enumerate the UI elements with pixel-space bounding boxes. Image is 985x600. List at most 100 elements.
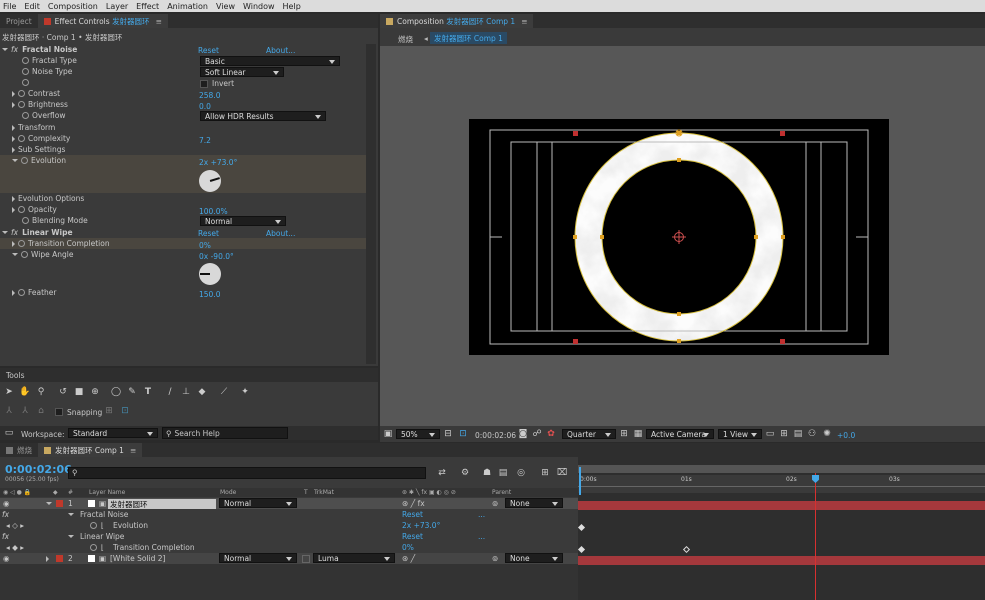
evolution-keyframe[interactable]	[577, 523, 586, 532]
views-dropdown[interactable]: 1 View	[718, 429, 762, 439]
fractal-reset-link[interactable]: Reset	[198, 46, 219, 55]
zoom-tool-icon[interactable]: ⚲	[36, 387, 46, 397]
fx1-reset-link[interactable]: Reset	[402, 510, 423, 519]
brightness-value[interactable]: 0.0	[199, 102, 211, 111]
timeline-icon[interactable]: ▤	[793, 429, 803, 439]
brainstorm-icon[interactable]: ⌧	[557, 468, 567, 478]
axis-local-icon[interactable]: ⅄	[4, 406, 14, 416]
exposure-value[interactable]: +0.0	[837, 431, 855, 440]
workspace-icon[interactable]: ▭	[4, 428, 14, 438]
eraser-tool-icon[interactable]: ◆	[197, 387, 207, 397]
comp-canvas[interactable]	[469, 119, 889, 355]
flow-item-burn[interactable]: 燃烧	[398, 34, 413, 45]
time-graph[interactable]: 0:00s 01s 02s 03s	[577, 457, 985, 600]
motion-blur-icon[interactable]: ◎	[516, 468, 526, 478]
comp-viewer[interactable]	[380, 46, 985, 426]
flow-item-current[interactable]: 发射器圆环 Comp 1	[430, 32, 507, 44]
stopwatch-icon[interactable]	[22, 57, 29, 64]
layer-1-switches[interactable]: ⊛ ╱ fx	[402, 499, 425, 508]
linear-wipe-header[interactable]: fx Linear Wipe	[2, 227, 73, 238]
menu-layer[interactable]: Layer	[106, 2, 128, 11]
current-time-indicator[interactable]	[815, 473, 816, 600]
fx-linear-wipe-row[interactable]: fx Linear Wipe Reset ...	[0, 531, 578, 542]
effect-controls-scrollbar[interactable]	[366, 44, 376, 364]
keyframe-nav-icon[interactable]: ◂ ◇ ▸	[6, 521, 24, 530]
layer-row-1[interactable]: ◉ 1 ▣ 发射器圆环 Normal ⊛ ╱ fx ⊚ None	[0, 498, 578, 509]
flowchart-icon[interactable]: ⚇	[807, 429, 817, 439]
transparency-grid-icon[interactable]: ▦	[633, 429, 643, 439]
region-interest-icon[interactable]: ⊡	[458, 429, 468, 439]
fractal-about-link[interactable]: About...	[266, 46, 295, 55]
menu-help[interactable]: Help	[283, 2, 301, 11]
tab-composition[interactable]: Composition 发射器圆环 Comp 1 ≡	[380, 14, 534, 28]
evolution-options-group[interactable]: Evolution Options	[12, 193, 84, 204]
layer-1-duration-bar[interactable]	[578, 501, 985, 510]
label-color-swatch[interactable]	[56, 555, 63, 562]
work-area-start-handle[interactable]	[579, 467, 581, 495]
channel-icon[interactable]: ✿	[546, 429, 556, 439]
text-tool-icon[interactable]: T	[143, 387, 153, 397]
transition-completion-timeline-value[interactable]: 0%	[402, 543, 414, 552]
resolution-dropdown[interactable]: Quarter	[562, 429, 616, 439]
stopwatch-icon[interactable]	[21, 251, 28, 258]
stopwatch-icon[interactable]	[18, 206, 25, 213]
workspace-dropdown[interactable]: Standard	[68, 428, 158, 438]
selection-tool-icon[interactable]: ➤	[4, 387, 14, 397]
stopwatch-icon[interactable]	[90, 544, 97, 551]
safe-margins-icon[interactable]: ⊟	[443, 429, 453, 439]
stopwatch-icon[interactable]	[22, 79, 29, 86]
overflow-dropdown[interactable]: Allow HDR Results	[200, 111, 326, 121]
frame-blending-icon[interactable]: ▤	[498, 468, 508, 478]
stopwatch-icon[interactable]	[18, 289, 25, 296]
keyframe-nav-icon[interactable]: ◂ ◆ ▸	[6, 543, 24, 552]
layer-2-duration-bar[interactable]	[578, 556, 985, 565]
axis-view-icon[interactable]: ⌂	[36, 406, 46, 416]
layer-2-switches[interactable]: ⊛ ╱	[402, 554, 415, 563]
fast-previews-icon[interactable]: ⊞	[619, 429, 629, 439]
stopwatch-icon[interactable]	[18, 90, 25, 97]
invert-checkbox-row[interactable]: Invert	[200, 78, 234, 89]
opacity-value[interactable]: 100.0%	[199, 207, 228, 216]
rotate-tool-icon[interactable]: ↺	[58, 387, 68, 397]
transition-completion-property-row[interactable]: ◂ ◆ ▸ ⌊ Transition Completion 0%	[0, 542, 578, 553]
stopwatch-icon[interactable]	[22, 68, 29, 75]
fx2-reset-link[interactable]: Reset	[402, 532, 423, 541]
ellipse-tool-icon[interactable]: ◯	[111, 387, 121, 397]
transition-completion-value[interactable]: 0%	[199, 241, 211, 250]
menu-animation[interactable]: Animation	[167, 2, 208, 11]
stopwatch-icon[interactable]	[21, 157, 28, 164]
pan-behind-tool-icon[interactable]: ⊕	[90, 387, 100, 397]
evolution-value[interactable]: 2x +73.0°	[199, 158, 237, 167]
fractal-type-dropdown[interactable]: Basic	[200, 56, 340, 66]
completion-keyframe-1[interactable]	[577, 545, 586, 554]
transform-group[interactable]: Transform	[12, 122, 55, 133]
stopwatch-icon[interactable]	[22, 112, 29, 119]
stopwatch-icon[interactable]	[22, 217, 29, 224]
always-preview-icon[interactable]: ▣	[383, 429, 393, 439]
evolution-timeline-value[interactable]: 2x +73.0°	[402, 521, 440, 530]
fx-fractal-noise-row[interactable]: fx Fractal Noise Reset ...	[0, 509, 578, 520]
clone-stamp-tool-icon[interactable]: ⊥	[181, 387, 191, 397]
composition-mini-flowchart-icon[interactable]: ⇄	[437, 468, 447, 478]
stopwatch-icon[interactable]	[18, 135, 25, 142]
visibility-eye-icon[interactable]: ◉	[3, 554, 10, 563]
preserve-transparency-checkbox[interactable]	[302, 554, 310, 563]
tab-project[interactable]: Project	[0, 14, 38, 28]
layer-1-mode-dropdown[interactable]: Normal	[219, 498, 297, 508]
puppet-tool-icon[interactable]: ✦	[240, 387, 250, 397]
menu-effect[interactable]: Effect	[136, 2, 159, 11]
feather-value[interactable]: 150.0	[199, 290, 220, 299]
stopwatch-icon[interactable]	[18, 240, 25, 247]
layer-name-2[interactable]: [White Solid 2]	[110, 554, 165, 563]
noise-type-dropdown[interactable]: Soft Linear	[200, 67, 284, 77]
sub-settings-group[interactable]: Sub Settings	[12, 144, 65, 155]
toggle-pixel-icon[interactable]: ▭	[765, 429, 775, 439]
invert-checkbox[interactable]	[200, 79, 208, 88]
stopwatch-icon[interactable]	[90, 522, 97, 529]
stopwatch-icon[interactable]	[18, 101, 25, 108]
contrast-value[interactable]: 258.0	[199, 91, 220, 100]
snap-features-icon[interactable]: ⊡	[120, 406, 130, 416]
hand-tool-icon[interactable]: ✋	[19, 387, 30, 397]
evolution-property-row[interactable]: ◂ ◇ ▸ ⌊ Evolution 2x +73.0°	[0, 520, 578, 531]
completion-keyframe-2[interactable]	[682, 545, 691, 554]
